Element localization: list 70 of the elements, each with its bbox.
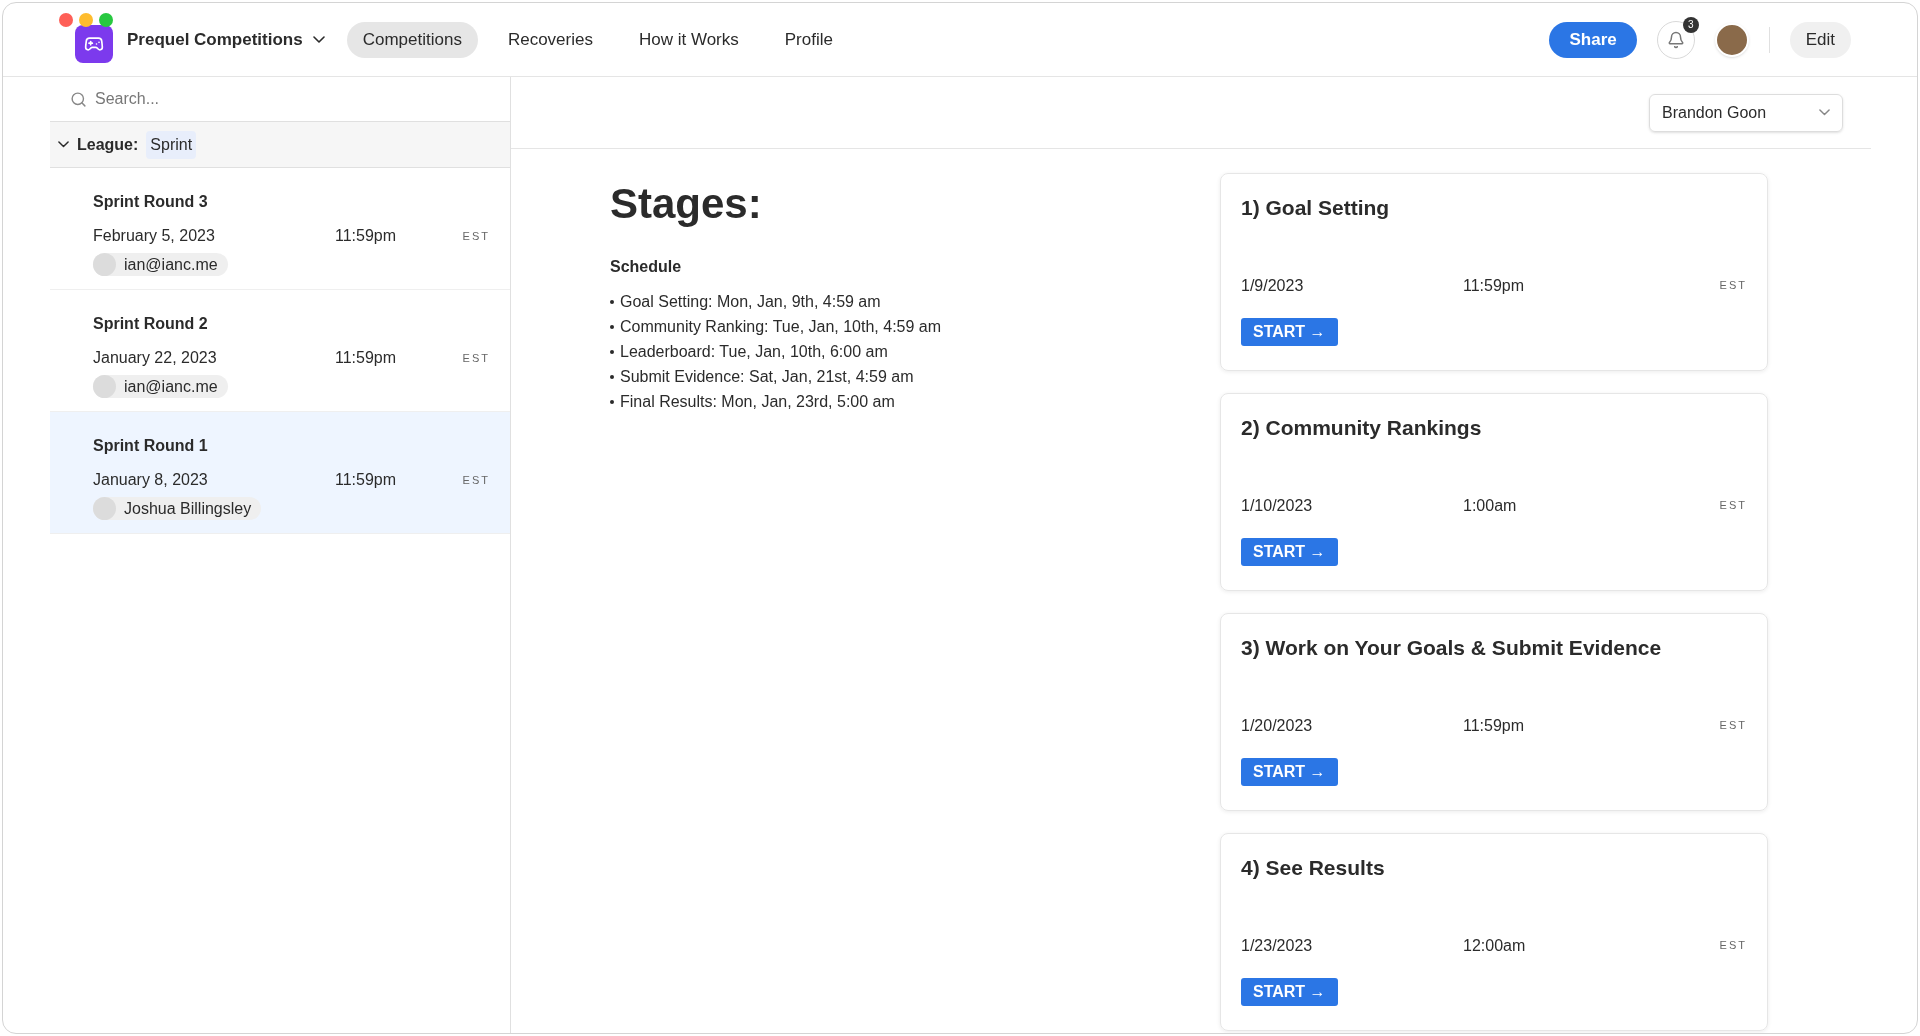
stages-heading: Stages: (610, 179, 763, 229)
share-button[interactable]: Share (1549, 21, 1637, 58)
round-time: 11:59pm (335, 226, 398, 246)
schedule-item: Goal Setting: Mon, Jan, 9th, 4:59 am (620, 292, 881, 312)
notification-badge: 3 (1682, 16, 1699, 33)
nav-tab[interactable]: How it Works (622, 21, 755, 58)
timezone-label: EST (462, 228, 490, 244)
schedule-title: Schedule (610, 257, 683, 277)
stage-date: 1/10/2023 (1241, 495, 1314, 516)
bell-icon (1666, 30, 1685, 49)
timezone-label: EST (1719, 498, 1747, 514)
timezone-label: EST (462, 350, 490, 366)
chevron-down-icon (1819, 109, 1830, 116)
start-button[interactable]: START → (1241, 757, 1338, 786)
owner-chip: ian@ianc.me (93, 375, 228, 398)
stage-date: 1/9/2023 (1241, 275, 1305, 296)
start-button[interactable]: START → (1241, 317, 1338, 346)
stage-title: 2) Community Rankings (1241, 415, 1483, 441)
league-tag: Sprint (146, 130, 197, 159)
round-title: Sprint Round 1 (93, 436, 209, 456)
round-date: February 5, 2023 (93, 226, 216, 246)
app-logo-icon (75, 24, 113, 63)
edit-button[interactable]: Edit (1789, 21, 1851, 58)
stage-date: 1/23/2023 (1241, 935, 1314, 956)
search-icon (70, 90, 87, 108)
stage-time: 11:59pm (1463, 275, 1526, 296)
stage-time: 12:00am (1463, 935, 1527, 956)
bullet-icon (610, 374, 614, 379)
round-title: Sprint Round 3 (93, 192, 209, 212)
start-button[interactable]: START → (1241, 537, 1338, 566)
avatar-placeholder-icon (93, 253, 116, 276)
start-button[interactable]: START → (1241, 977, 1338, 1006)
timezone-label: EST (1719, 278, 1747, 294)
owner-chip: Joshua Billingsley (93, 497, 262, 520)
timezone-label: EST (1719, 938, 1747, 954)
bullet-icon (610, 299, 614, 304)
schedule-item: Submit Evidence: Sat, Jan, 21st, 4:59 am (620, 367, 914, 387)
nav-tab[interactable]: Competitions (346, 21, 478, 58)
timezone-label: EST (462, 472, 490, 488)
bullet-icon (610, 324, 614, 329)
schedule-item: Leaderboard: Tue, Jan, 10th, 6:00 am (620, 342, 888, 362)
round-time: 11:59pm (335, 348, 398, 368)
round-date: January 22, 2023 (93, 348, 218, 368)
stage-date: 1/20/2023 (1241, 715, 1314, 736)
round-list-item[interactable]: Sprint Round 1 January 8, 2023 11:59pm EST Joshua Billingsley (50, 412, 510, 534)
round-title: Sprint Round 2 (93, 314, 209, 334)
league-group-header[interactable]: League: Sprint (50, 122, 510, 168)
user-dropdown[interactable]: Brandon Goon (1649, 93, 1843, 132)
group-label: League: (77, 134, 139, 155)
avatar-placeholder-icon (93, 375, 116, 398)
round-date: January 8, 2023 (93, 470, 209, 490)
owner-chip: ian@ianc.me (93, 253, 228, 276)
nav-tab[interactable]: Recoveries (491, 21, 609, 58)
schedule-item: Community Ranking: Tue, Jan, 10th, 4:59 am (620, 317, 942, 337)
chevron-down-icon (312, 36, 325, 43)
stage-title: 1) Goal Setting (1241, 195, 1391, 221)
search-field[interactable]: Search... (95, 77, 490, 121)
bullet-icon (610, 399, 614, 404)
timezone-label: EST (1719, 718, 1747, 734)
bullet-icon (610, 349, 614, 354)
stage-time: 1:00am (1463, 495, 1518, 516)
nav-tab[interactable]: Profile (768, 21, 849, 58)
app-switcher[interactable]: Prequel Competitions (127, 26, 325, 53)
stage-title: 3) Work on Your Goals & Submit Evidence (1241, 635, 1663, 661)
stage-time: 11:59pm (1463, 715, 1526, 736)
avatar-placeholder-icon (93, 497, 116, 520)
schedule-item: Final Results: Mon, Jan, 23rd, 5:00 am (620, 392, 895, 412)
avatar[interactable] (1714, 22, 1749, 57)
stage-title: 4) See Results (1241, 855, 1386, 881)
round-time: 11:59pm (335, 470, 398, 490)
